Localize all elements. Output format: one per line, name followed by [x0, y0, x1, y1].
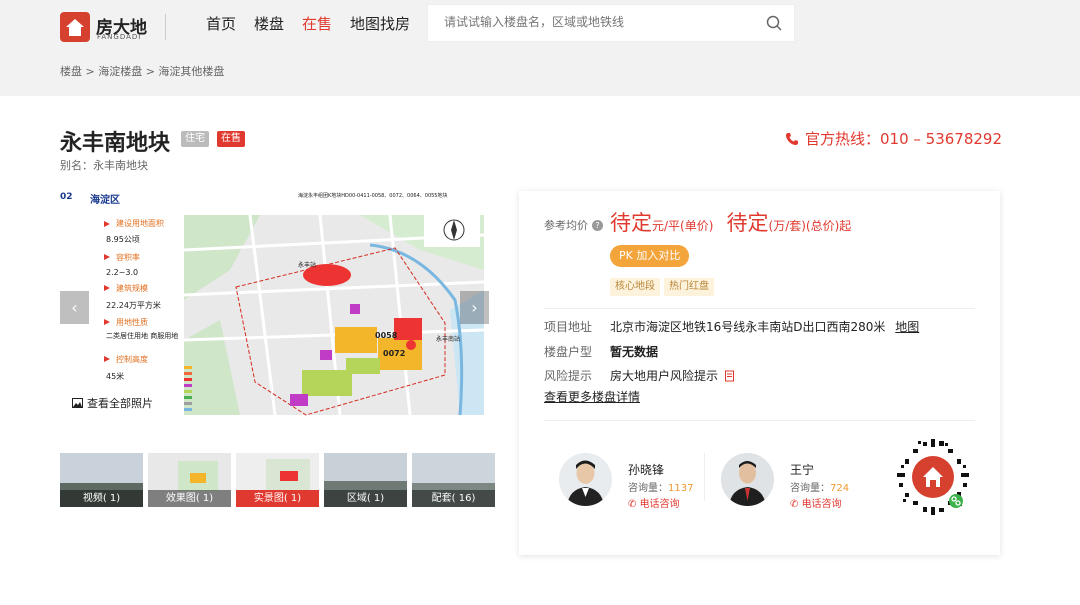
site-header: 房大地 FANGDADI 首页 楼盘 在售 地图找房 楼盘 > 海淀楼盘 > 海…	[0, 0, 1080, 96]
agent-consult-count: 咨询量：1137	[628, 483, 694, 494]
logo-icon	[60, 12, 90, 42]
total-price-value: 待定	[726, 211, 769, 235]
thumbnail-strip: 视频( 1) 效果图( 1) 实景图( 1) 区域( 1) 配套( 16)	[60, 453, 495, 507]
thumb-caption: 视频( 1)	[60, 490, 143, 507]
add-compare-button[interactable]: PK 加入对比	[610, 245, 690, 267]
thumb-caption: 效果图( 1)	[148, 490, 231, 507]
phone-consult-link[interactable]: ✆ 电话咨询	[628, 495, 680, 510]
search-box	[427, 4, 795, 42]
feature-tag: 热门红盘	[664, 278, 714, 296]
district-label: 海淀区	[90, 193, 120, 206]
price-label-group: 参考均价 ?	[544, 217, 603, 233]
map-link[interactable]: 地图	[895, 320, 919, 334]
thumb-caption: 配套( 16)	[412, 490, 495, 507]
property-type-tag: 住宅	[181, 131, 209, 147]
thumb-video[interactable]: 视频( 1)	[60, 453, 143, 507]
address-row: 项目地址 北京市海淀区地铁16号线永丰南站D出口西南280米 地图	[544, 318, 919, 335]
nav-home[interactable]: 首页	[206, 13, 236, 34]
agent-consult-count: 咨询量：724	[790, 483, 850, 494]
risk-row: 风险提示 房大地用户风险提示	[544, 367, 736, 384]
property-alias: 别名：永丰南地块	[60, 159, 148, 172]
property-status-tag: 在售	[217, 131, 245, 147]
divider	[544, 308, 975, 309]
price-line: 待定元/平(单价) 待定(万/套)(总价)起	[610, 207, 851, 237]
nav-on-sale[interactable]: 在售	[302, 13, 332, 34]
layout-label: 楼盘户型	[544, 345, 593, 359]
mini-program-qr-code[interactable]	[893, 437, 973, 517]
nav-properties[interactable]: 楼盘	[254, 13, 284, 34]
avatar	[721, 453, 774, 506]
search-icon[interactable]	[766, 15, 782, 31]
planning-map-image: 02 海淀区 海淀永丰组团K地块HD00-0411-0058、0072、0064…	[60, 190, 489, 417]
address-label: 项目地址	[544, 320, 593, 334]
spec-value-1: 8.95公顷	[106, 235, 140, 244]
document-icon[interactable]	[724, 370, 736, 382]
phone-icon	[785, 132, 798, 145]
price-label: 参考均价	[544, 219, 588, 232]
agent-card[interactable]: 王宁 咨询量：724 ✆ 电话咨询	[721, 453, 881, 513]
main-photo[interactable]: 02 海淀区 海淀永丰组团K地块HD00-0411-0058、0072、0064…	[60, 190, 489, 417]
unit-price-value: 待定	[610, 211, 652, 235]
nav-map-search[interactable]: 地图找房	[350, 13, 410, 34]
spec-value-4: 二类居住用地 商服用地	[106, 331, 178, 340]
agent-card[interactable]: 孙晓锋 咨询量：1137 ✆ 电话咨询	[559, 453, 719, 513]
info-card: 参考均价 ? 待定元/平(单价) 待定(万/套)(总价)起 PK 加入对比 核心…	[519, 191, 1000, 555]
spec-label-1: 建设用地面积	[116, 218, 164, 228]
risk-label: 风险提示	[544, 369, 593, 383]
main-nav: 首页 楼盘 在售 地图找房	[206, 13, 410, 34]
view-all-photos-button[interactable]: 查看全部照片	[72, 395, 153, 411]
hotline[interactable]: 官方热线：010 – 53678292	[785, 128, 1002, 149]
thumb-area[interactable]: 区域( 1)	[324, 453, 407, 507]
parcel-label-0072: 0072	[383, 349, 405, 358]
spec-label-5: 控制高度	[116, 354, 148, 364]
view-all-label: 查看全部照片	[87, 397, 153, 410]
spec-label-2: 容积率	[116, 252, 140, 262]
gallery-prev-button[interactable]: ‹	[60, 291, 89, 324]
thumb-live-photo[interactable]: 实景图( 1)	[236, 453, 319, 507]
address-value: 北京市海淀区地铁16号线永丰南站D出口西南280米	[610, 320, 886, 334]
brand-logo[interactable]: 房大地 FANGDADI	[60, 12, 170, 44]
risk-value[interactable]: 房大地用户风险提示	[610, 369, 718, 383]
total-price-suffix: (万/套)(总价)起	[768, 219, 852, 233]
unit-price-suffix: 元/平(单价)	[652, 219, 714, 233]
thumb-facilities[interactable]: 配套( 16)	[412, 453, 495, 507]
search-input[interactable]	[444, 15, 744, 29]
spec-value-3: 22.24万平方米	[106, 300, 161, 310]
spec-label-4: 用地性质	[116, 317, 148, 327]
gallery-next-button[interactable]: ›	[460, 291, 489, 324]
phone-consult-link[interactable]: ✆ 电话咨询	[790, 495, 842, 510]
spec-label-3: 建筑规模	[116, 283, 148, 293]
hotline-text: 官方热线：010 – 53678292	[804, 130, 1002, 148]
property-title: 永丰南地块	[60, 131, 171, 156]
agent-divider	[704, 453, 705, 501]
layout-value: 暂无数据	[610, 345, 659, 359]
divider	[544, 420, 975, 421]
brand-name-en: FANGDADI	[97, 33, 142, 41]
corner-number: 02	[60, 192, 73, 202]
question-icon[interactable]: ?	[592, 219, 603, 231]
layout-row: 楼盘户型 暂无数据	[544, 343, 658, 360]
parcel-label-0058: 0058	[375, 331, 398, 340]
breadcrumb[interactable]: 楼盘 > 海淀楼盘 > 海淀其他楼盘	[60, 63, 224, 79]
station-label-2: 永丰南站	[436, 335, 460, 343]
feature-tag: 核心地段	[610, 278, 660, 296]
thumb-caption: 区域( 1)	[324, 490, 407, 507]
image-icon	[72, 398, 83, 408]
thumb-caption: 实景图( 1)	[236, 490, 319, 507]
spec-value-5: 45米	[106, 371, 124, 381]
map-heading: 海淀永丰组团K地块HD00-0411-0058、0072、0064、0055地块	[298, 192, 447, 199]
thumb-rendering[interactable]: 效果图( 1)	[148, 453, 231, 507]
header-divider	[165, 14, 166, 40]
avatar	[559, 453, 612, 506]
spec-value-2: 2.2~3.0	[106, 268, 138, 277]
more-details-link[interactable]: 查看更多楼盘详情	[544, 388, 640, 405]
agent-name: 孙晓锋	[628, 463, 665, 477]
station-label-1: 永丰站	[298, 261, 316, 269]
agent-name: 王宁	[790, 463, 815, 477]
